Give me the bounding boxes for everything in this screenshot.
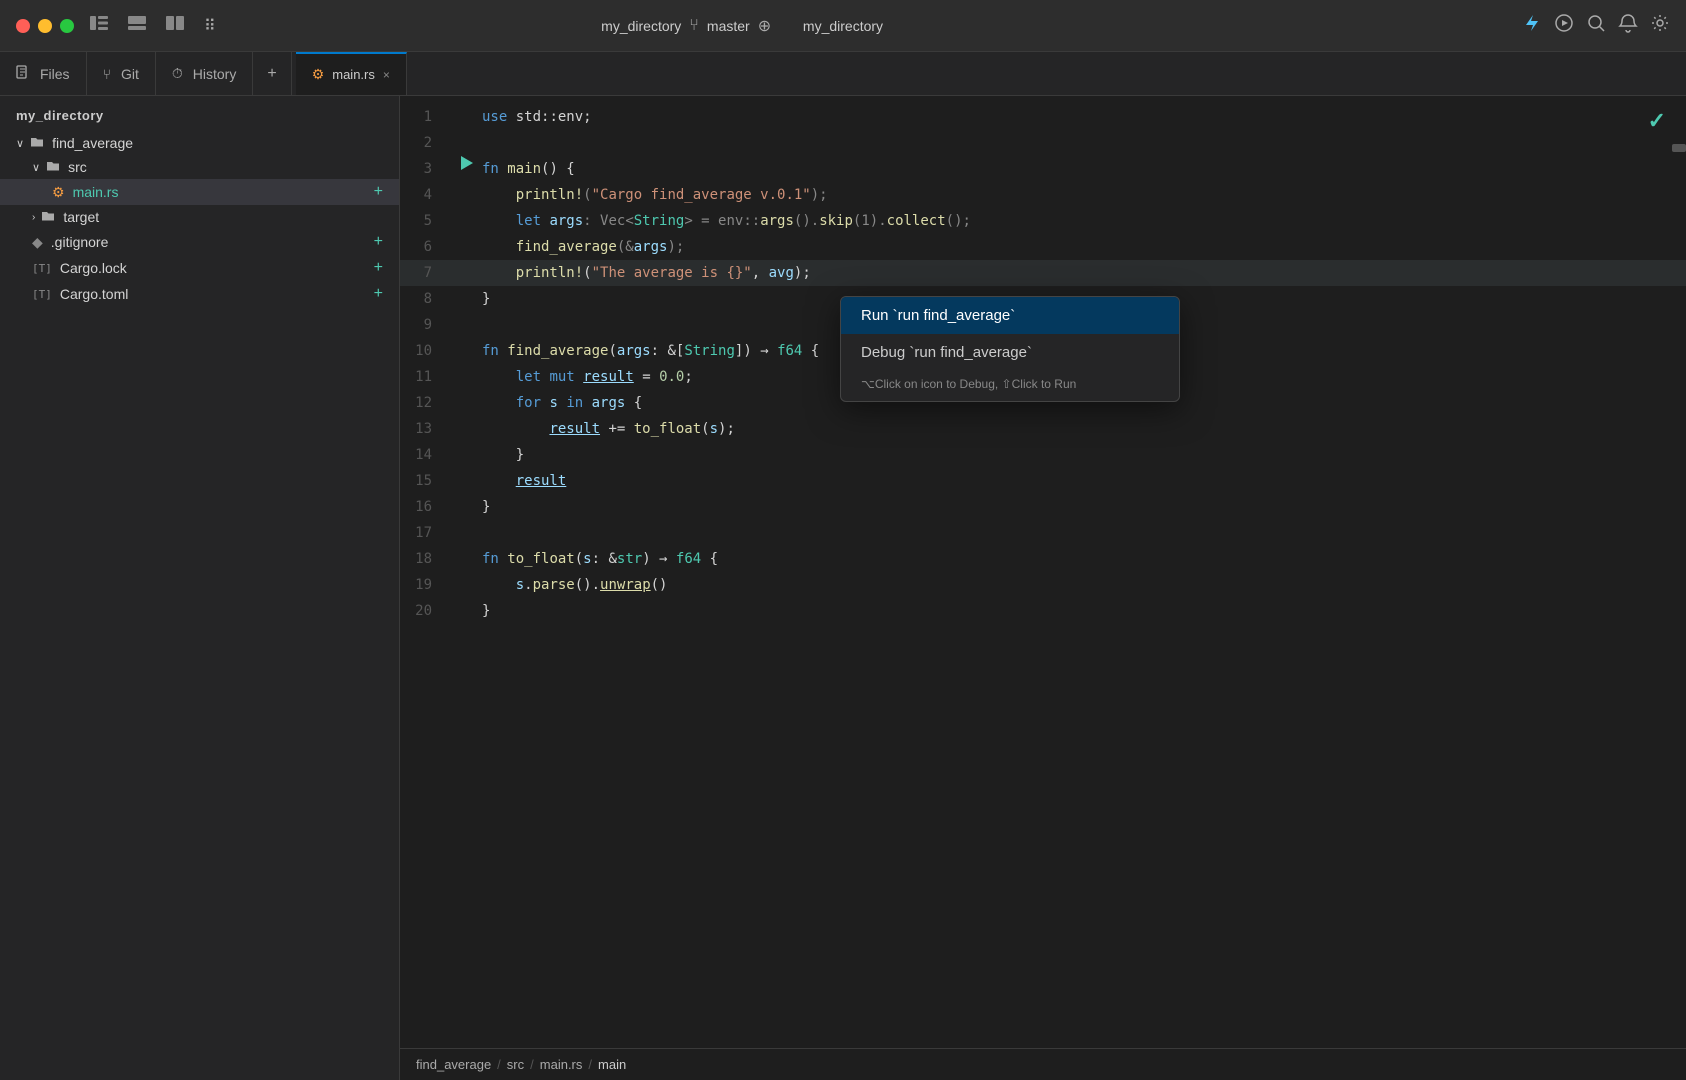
run-popup-hint: ⌥Click on icon to Debug, ⇧Click to Run — [841, 371, 1179, 401]
cargo-lock-label: Cargo.lock — [60, 260, 374, 276]
scroll-indicator[interactable] — [1672, 144, 1686, 152]
gitignore-badge: + — [374, 233, 383, 251]
files-label: Files — [40, 66, 70, 82]
run-debug-popup: Run `run find_average` Debug `run find_a… — [840, 296, 1180, 402]
code-line-14: 14 } — [400, 442, 1686, 468]
sidebar-item-gitignore[interactable]: ◆ .gitignore + — [0, 229, 399, 255]
play-icon — [461, 156, 473, 170]
find-average-label: find_average — [52, 135, 383, 151]
chevron-right-icon: › — [32, 212, 35, 223]
code-line-1: 1 use std::env; — [400, 104, 1686, 130]
rust-file-icon: ⚙ — [52, 184, 65, 201]
sidebar-item-cargo-toml[interactable]: [T] Cargo.toml + — [0, 281, 399, 307]
code-line-3: 3 fn main() { — [400, 156, 1686, 182]
code-editor[interactable]: ✓ 1 use std::env; 2 3 fn main() { — [400, 96, 1686, 1048]
code-line-18: 18 fn to_float(s: &str) → f64 { — [400, 546, 1686, 572]
branch-icon: ⑂ — [689, 17, 699, 35]
code-line-7: 7 println!("The average is {}", avg); — [400, 260, 1686, 286]
editor-area: ✓ 1 use std::env; 2 3 fn main() { — [400, 96, 1686, 1080]
code-line-5: 5 let args: Vec<String> = env::args().sk… — [400, 208, 1686, 234]
titlebar-actions — [1522, 13, 1670, 38]
run-menu-item[interactable]: Run `run find_average` — [841, 297, 1179, 334]
add-collaborator-icon[interactable]: ⊕ — [758, 16, 771, 36]
editor-tab-main-rs[interactable]: ⚙ main.rs × — [296, 52, 407, 95]
sidebar-item-main-rs[interactable]: ⚙ main.rs + — [0, 179, 399, 205]
editor-tab-close[interactable]: × — [383, 68, 390, 82]
sidebar: my_directory ∨ find_average ∨ src ⚙ — [0, 96, 400, 1080]
main-rs-badge: + — [374, 183, 383, 201]
toml-file-icon2: [T] — [32, 288, 52, 301]
history-icon: ⏱ — [172, 65, 183, 82]
chevron-down-icon: ∨ — [16, 137, 24, 150]
sidebar-item-src[interactable]: ∨ src — [0, 155, 399, 179]
settings-icon[interactable] — [1650, 13, 1670, 38]
chevron-down-icon: ∨ — [32, 161, 40, 174]
lightning-icon[interactable] — [1522, 13, 1542, 38]
cargo-toml-label: Cargo.toml — [60, 286, 374, 302]
toml-file-icon: [T] — [32, 262, 52, 275]
project-title: my_directory — [0, 96, 399, 131]
main-layout: my_directory ∨ find_average ∨ src ⚙ — [0, 96, 1686, 1080]
git-tab[interactable]: ⑂ Git — [87, 52, 156, 95]
main-rs-label: main.rs — [73, 184, 374, 200]
git-icon: ⑂ — [103, 66, 111, 82]
gitignore-label: .gitignore — [51, 234, 374, 250]
traffic-lights — [16, 19, 74, 33]
editor-tab-label: main.rs — [332, 67, 375, 82]
code-line-4: 4 println!("Cargo find_average v.0.1"); — [400, 182, 1686, 208]
folder-icon — [41, 209, 55, 225]
code-line-17: 17 — [400, 520, 1686, 546]
breadcrumb-main[interactable]: main — [598, 1057, 626, 1072]
directory-label: my_directory — [601, 18, 681, 34]
folder-icon — [30, 135, 44, 151]
history-tab[interactable]: ⏱ History — [156, 52, 253, 95]
cargo-lock-badge: + — [374, 259, 383, 277]
rust-file-icon: ⚙ — [312, 66, 325, 83]
code-line-16: 16 } — [400, 494, 1686, 520]
titlebar: ⠿ my_directory my_directory ⑂ master ⊕ — [0, 0, 1686, 52]
files-tab[interactable]: Files — [0, 52, 87, 95]
search-icon[interactable] — [1586, 13, 1606, 38]
checkmark-icon: ✓ — [1648, 108, 1666, 134]
code-line-15: 15 result — [400, 468, 1686, 494]
code-line-20: 20 } — [400, 598, 1686, 624]
code-line-19: 19 s.parse().unwrap() — [400, 572, 1686, 598]
code-line-6: 6 find_average(&args); — [400, 234, 1686, 260]
sidebar-item-find-average[interactable]: ∨ find_average — [0, 131, 399, 155]
sidebar-item-cargo-lock[interactable]: [T] Cargo.lock + — [0, 255, 399, 281]
minimize-button[interactable] — [38, 19, 52, 33]
src-label: src — [68, 159, 383, 175]
git-label: Git — [121, 66, 139, 82]
history-label: History — [193, 66, 237, 82]
code-line-2: 2 — [400, 130, 1686, 156]
breadcrumb-main-rs[interactable]: main.rs — [540, 1057, 583, 1072]
cargo-toml-badge: + — [374, 285, 383, 303]
layout-icon[interactable] — [162, 12, 188, 39]
maximize-button[interactable] — [60, 19, 74, 33]
bell-icon[interactable] — [1618, 13, 1638, 38]
files-icon — [16, 65, 30, 82]
tabbar: Files ⑂ Git ⏱ History + ⚙ main.rs × — [0, 52, 1686, 96]
breadcrumb-src[interactable]: src — [507, 1057, 524, 1072]
folder-icon — [46, 159, 60, 175]
directory-title: my_directory — [803, 18, 883, 34]
sidebar-item-target[interactable]: › target — [0, 205, 399, 229]
panel-toggle-icon[interactable] — [124, 12, 150, 39]
target-label: target — [63, 209, 383, 225]
run-icon[interactable] — [1554, 13, 1574, 38]
new-tab-button[interactable]: + — [253, 52, 291, 95]
breadcrumb-find-average[interactable]: find_average — [416, 1057, 491, 1072]
code-line-13: 13 result += to_float(s); — [400, 416, 1686, 442]
branch-label: master — [707, 18, 750, 34]
close-button[interactable] — [16, 19, 30, 33]
grid-icon[interactable]: ⠿ — [200, 12, 220, 40]
breadcrumb: find_average / src / main.rs / main — [400, 1048, 1686, 1080]
git-file-icon: ◆ — [32, 234, 43, 251]
debug-menu-item[interactable]: Debug `run find_average` — [841, 334, 1179, 371]
sidebar-toggle-icon[interactable] — [86, 12, 112, 39]
run-gutter-button[interactable] — [452, 156, 482, 170]
